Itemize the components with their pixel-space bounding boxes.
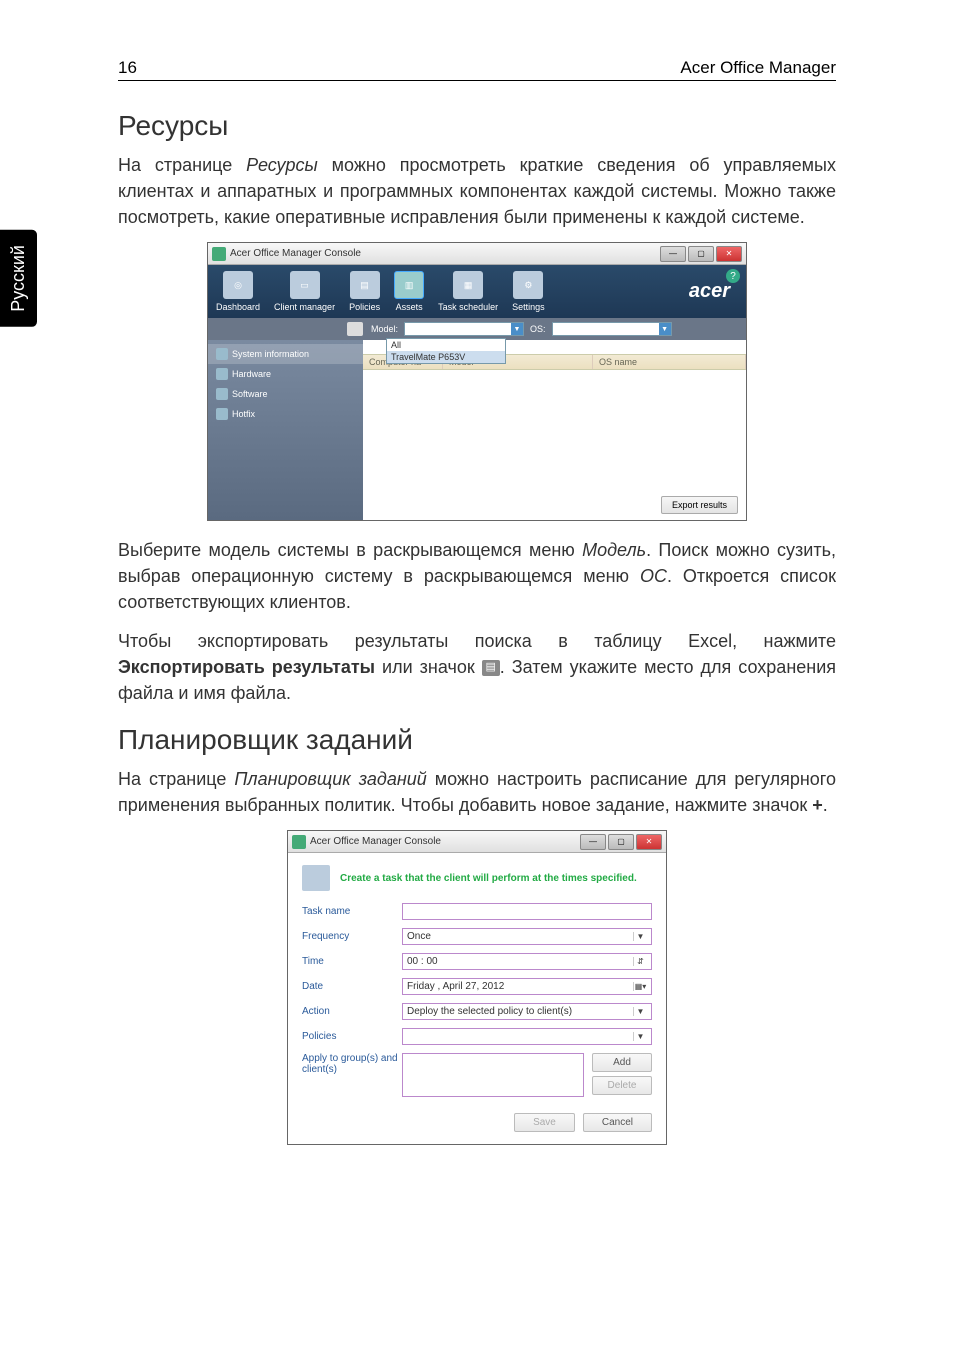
delete-button[interactable]: Delete [592, 1076, 652, 1095]
dropdown-option-model[interactable]: TravelMate P653V [387, 351, 505, 363]
task-form-header: Create a task that the client will perfo… [302, 865, 652, 891]
spinner-icon: ⇵ [633, 957, 647, 966]
scheduler-intro-paragraph: На странице Планировщик заданий можно на… [118, 766, 836, 818]
window-title: Acer Office Manager Console [230, 248, 660, 259]
label-time: Time [302, 956, 402, 967]
sidebar-item-hotfix[interactable]: Hotfix [208, 404, 363, 424]
close-button[interactable]: ✕ [716, 246, 742, 262]
label-action: Action [302, 1006, 402, 1017]
calendar-picker-icon: ▦▾ [633, 982, 647, 991]
task-form-title: Create a task that the client will perfo… [340, 873, 637, 884]
apply-to-listbox[interactable] [402, 1053, 584, 1097]
export-inline-icon: ▤ [482, 660, 500, 676]
monitor-icon: ▭ [290, 271, 320, 299]
add-button[interactable]: Add [592, 1053, 652, 1072]
nav-task-scheduler[interactable]: ▦Task scheduler [438, 271, 498, 312]
close-button[interactable]: ✕ [636, 834, 662, 850]
label-task-name: Task name [302, 906, 402, 917]
resources-para-model: Выберите модель системы в раскрывающемся… [118, 537, 836, 615]
nav-dashboard[interactable]: ◎Dashboard [216, 271, 260, 312]
model-label: Model: [371, 324, 398, 334]
select-frequency[interactable]: Once▼ [402, 928, 652, 945]
model-dropdown[interactable]: ▼ [404, 322, 524, 336]
software-icon [216, 388, 228, 400]
input-task-name[interactable] [402, 903, 652, 920]
nav-settings[interactable]: ⚙Settings [512, 271, 545, 312]
maximize-button[interactable]: ▢ [608, 834, 634, 850]
export-icon[interactable] [347, 322, 363, 336]
assets-sidebar: System information Hardware Software Hot… [208, 340, 363, 520]
language-tab: Русский [0, 230, 37, 327]
os-label: OS: [530, 324, 546, 334]
nav-policies[interactable]: ▤Policies [349, 271, 380, 312]
assets-icon: ▥ [394, 271, 424, 299]
dashboard-icon: ◎ [223, 271, 253, 299]
input-date[interactable]: Friday , April 27, 2012▦▾ [402, 978, 652, 995]
col-os-name: OS name [593, 355, 746, 369]
gear-icon: ⚙ [513, 271, 543, 299]
task-window-titlebar: Acer Office Manager Console — ▢ ✕ [288, 831, 666, 853]
hardware-icon [216, 368, 228, 380]
window-titlebar: Acer Office Manager Console — ▢ ✕ [208, 243, 746, 265]
chevron-down-icon: ▼ [633, 932, 647, 941]
label-apply-to: Apply to group(s) and client(s) [302, 1053, 402, 1075]
sidebar-item-hardware[interactable]: Hardware [208, 364, 363, 384]
nav-assets[interactable]: ▥Assets [394, 271, 424, 312]
calendar-icon [302, 865, 330, 891]
resources-intro-paragraph: На странице Ресурсы можно просмотреть кр… [118, 152, 836, 230]
nav-strip: ◎Dashboard ▭Client manager ▤Policies ▥As… [208, 265, 746, 318]
label-date: Date [302, 981, 402, 992]
app-icon [292, 835, 306, 849]
section-heading-resources: Ресурсы [118, 110, 836, 142]
app-icon [212, 247, 226, 261]
model-dropdown-list[interactable]: All TravelMate P653V [386, 338, 506, 364]
sidebar-item-system-info[interactable]: System information [208, 344, 363, 364]
console-screenshot: Acer Office Manager Console — ▢ ✕ ◎Dashb… [207, 242, 747, 521]
header-product-title: Acer Office Manager [680, 58, 836, 78]
header-divider [118, 80, 836, 81]
resources-para-export: Чтобы экспортировать результаты поиска в… [118, 628, 836, 706]
policies-icon: ▤ [350, 271, 380, 299]
task-window-title: Acer Office Manager Console [310, 836, 580, 847]
info-icon [216, 348, 228, 360]
input-time[interactable]: 00 : 00⇵ [402, 953, 652, 970]
select-policies[interactable]: ▼ [402, 1028, 652, 1045]
help-icon[interactable]: ? [726, 269, 740, 283]
task-scheduler-screenshot: Acer Office Manager Console — ▢ ✕ Create… [287, 830, 667, 1145]
export-results-button[interactable]: Export results [661, 496, 738, 514]
minimize-button[interactable]: — [660, 246, 686, 262]
brand-logo: acer [689, 280, 730, 303]
label-frequency: Frequency [302, 931, 402, 942]
maximize-button[interactable]: ▢ [688, 246, 714, 262]
section-heading-scheduler: Планировщик заданий [118, 724, 836, 756]
select-action[interactable]: Deploy the selected policy to client(s)▼ [402, 1003, 652, 1020]
chevron-down-icon: ▼ [633, 1032, 647, 1041]
dropdown-option-all[interactable]: All [387, 339, 505, 351]
save-button[interactable]: Save [514, 1113, 575, 1132]
label-policies: Policies [302, 1031, 402, 1042]
chevron-down-icon: ▼ [633, 1007, 647, 1016]
hotfix-icon [216, 408, 228, 420]
nav-client-manager[interactable]: ▭Client manager [274, 271, 335, 312]
filter-bar: Model: ▼ OS: ▼ [208, 318, 746, 340]
os-dropdown[interactable]: ▼ [552, 322, 672, 336]
sidebar-item-software[interactable]: Software [208, 384, 363, 404]
minimize-button[interactable]: — [580, 834, 606, 850]
calendar-icon: ▦ [453, 271, 483, 299]
results-pane: All TravelMate P653V Computer na Model O… [363, 340, 746, 520]
cancel-button[interactable]: Cancel [583, 1113, 652, 1132]
page-number: 16 [118, 58, 137, 78]
